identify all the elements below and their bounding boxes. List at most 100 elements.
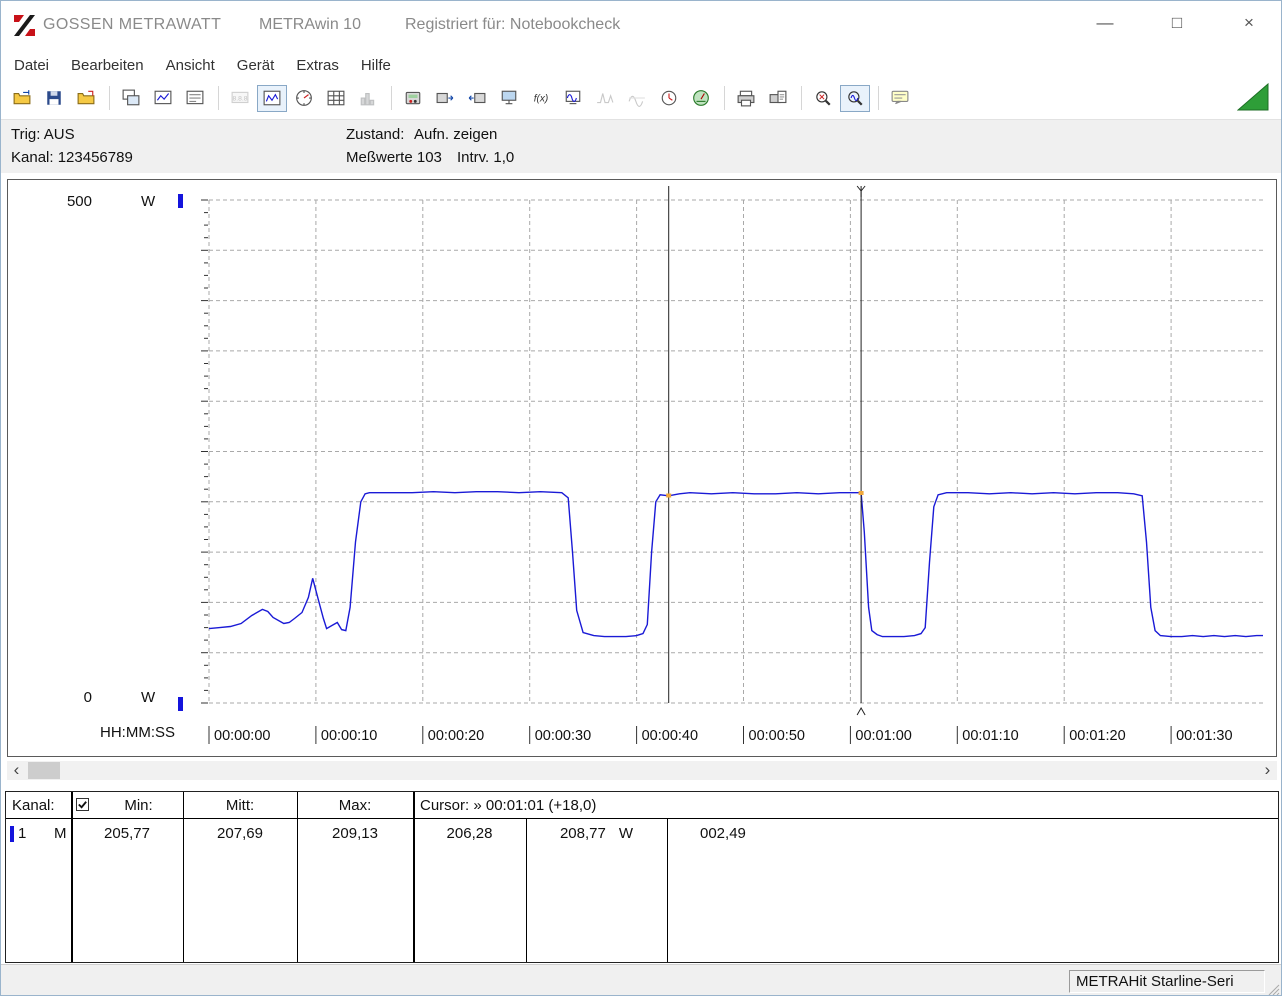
horizontal-scrollbar[interactable]: ‹ › [7,761,1277,780]
x-tick-label: 00:00:40 [642,728,698,744]
resize-grip-icon[interactable] [1266,982,1280,996]
x-tick-label: 00:01:10 [962,728,1018,744]
channel-visible-checkbox[interactable] [76,798,89,811]
scroll-left-button[interactable]: ‹ [7,761,26,780]
device-settings-icon [405,91,421,105]
maximize-button[interactable]: □ [1163,13,1191,39]
toolbar-device-upload-button[interactable] [430,84,460,112]
column-separator [71,792,73,962]
cursor-bottom-handle[interactable] [856,706,866,716]
toolbar-open-file-button[interactable] [7,84,37,112]
print-icon [737,90,755,107]
device-name-box: METRAHit Starline-Seri [1069,970,1265,993]
toolbar-export-file-button[interactable] [71,84,101,112]
row-cursor-a-value: 206,28 [446,825,493,842]
toolbar-separator [391,86,392,110]
numeric-display-icon: 8.8.8 [231,91,249,104]
toolbar-copy-window-button[interactable] [116,84,146,112]
power-trace [208,490,1263,638]
device-download-icon [468,92,486,104]
signal-envelope-icon [628,95,645,107]
toolbar-separator [801,86,802,110]
toolbar-zoom-curve-button[interactable] [840,84,870,112]
check-icon [78,801,87,809]
toolbar-channel-clock-button[interactable] [654,84,684,112]
header-cursor: Cursor: » 00:01:01 (+18,0) [420,797,597,814]
toolbar-copy-data-button[interactable] [180,84,210,112]
toolbar-gauge-button[interactable] [289,84,319,112]
row-max-value: 209,13 [332,825,378,842]
scroll-right-button[interactable]: › [1258,761,1277,780]
channel-row-marker [10,826,14,842]
toolbar-save-button[interactable] [39,84,69,112]
x-tick-label: 00:00:20 [428,728,484,744]
app-window: GOSSEN METRAWATT METRAwin 10 Registriert… [0,0,1282,996]
toolbar-separator [109,86,110,110]
copy-window-icon [122,89,140,106]
row-unit: W [618,825,634,842]
toolbar-formula-fx-button[interactable]: f(x) [526,84,556,112]
chart-plot[interactable]: 00:00:00 00:00:10 00:00:20 00:00:30 00:00:40… [8,180,1276,756]
cursor-trace-marker [666,493,672,498]
state-label: Zustand: [346,126,405,143]
toolbar-print-preview-button[interactable] [763,84,793,112]
toolbar-numeric-display-button: 8.8.8 [225,84,255,112]
table-header-separator [6,818,1278,819]
toolbar-separator [724,86,725,110]
toolbar-annotation-button[interactable] [885,84,915,112]
menu-item-gert[interactable]: Gerät [226,54,286,77]
channel-clock-icon [661,90,677,106]
column-separator [667,819,668,962]
row-cursor-b-value: 208,77 [559,825,606,842]
svg-text:f(x): f(x) [534,93,549,104]
menu-item-ansicht[interactable]: Ansicht [155,54,226,77]
row-cursor-b-cell: 208,77 W [526,825,667,842]
y-axis-ticks [201,199,208,704]
open-file-icon [13,90,31,105]
toolbar-meter-online-button[interactable] [686,84,716,112]
svg-text:8.8.8: 8.8.8 [232,95,247,102]
toolbar-device-monitor-button[interactable] [558,84,588,112]
toolbar-line-chart-button[interactable] [257,84,287,112]
connection-indicator-icon [1237,83,1269,111]
toolbar-device-settings-button[interactable] [398,84,428,112]
toolbar-signal-min-button [590,84,620,112]
close-button[interactable]: × [1235,13,1263,39]
column-separator [413,792,415,962]
menu-item-bearbeiten[interactable]: Bearbeiten [60,54,155,77]
export-file-icon [77,90,95,105]
app-logo-icon [14,15,35,36]
x-tick-label: 00:01:30 [1176,728,1232,744]
toolbar-copy-chart-button[interactable] [148,84,178,112]
toolbar-print-button[interactable] [731,84,761,112]
device-monitor-icon [565,90,581,105]
minimize-button[interactable]: — [1091,13,1119,39]
menu-item-extras[interactable]: Extras [285,54,350,77]
x-tick-label: 00:00:10 [321,728,377,744]
title-bar: GOSSEN METRAWATT METRAwin 10 Registriert… [1,1,1281,51]
print-preview-icon [769,90,787,104]
menu-item-hilfe[interactable]: Hilfe [350,54,402,77]
toolbar-device-download-button[interactable] [462,84,492,112]
cursor-trace-marker [858,491,864,495]
toolbar-pc-transfer-button[interactable] [494,84,524,112]
toolbar-table-display-button[interactable] [321,84,351,112]
acquisition-info-panel: Trig: AUS Kanal: 123456789 Zustand: Aufn… [1,119,1281,173]
menu-bar: Datei Bearbeiten Ansicht Gerät Extras Hilfe [3,51,402,79]
annotation-icon [891,90,909,105]
copy-chart-icon [154,90,172,105]
chart-panel: 500 W 0 W HH:MM:SS 00:00:00 00:00:10 00:00… [7,179,1277,757]
title-registration: Registriert für: Notebookcheck [405,16,621,33]
status-bar: METRAHit Starline-Seri [1,964,1281,996]
save-icon [47,91,61,105]
menu-item-datei[interactable]: Datei [3,54,60,77]
scrollbar-thumb[interactable] [28,762,60,779]
toolbar-separator [878,86,879,110]
title-app-name: METRAwin 10 [259,16,361,33]
toolbar-zoom-in-button[interactable] [808,84,838,112]
channel-status: Kanal: 123456789 [11,149,133,166]
sample-count: Meßwerte 103 [346,149,442,166]
state-value: Aufn. zeigen [414,126,498,143]
line-chart-icon [263,90,281,106]
toolbar-bar-display-button [353,84,383,112]
